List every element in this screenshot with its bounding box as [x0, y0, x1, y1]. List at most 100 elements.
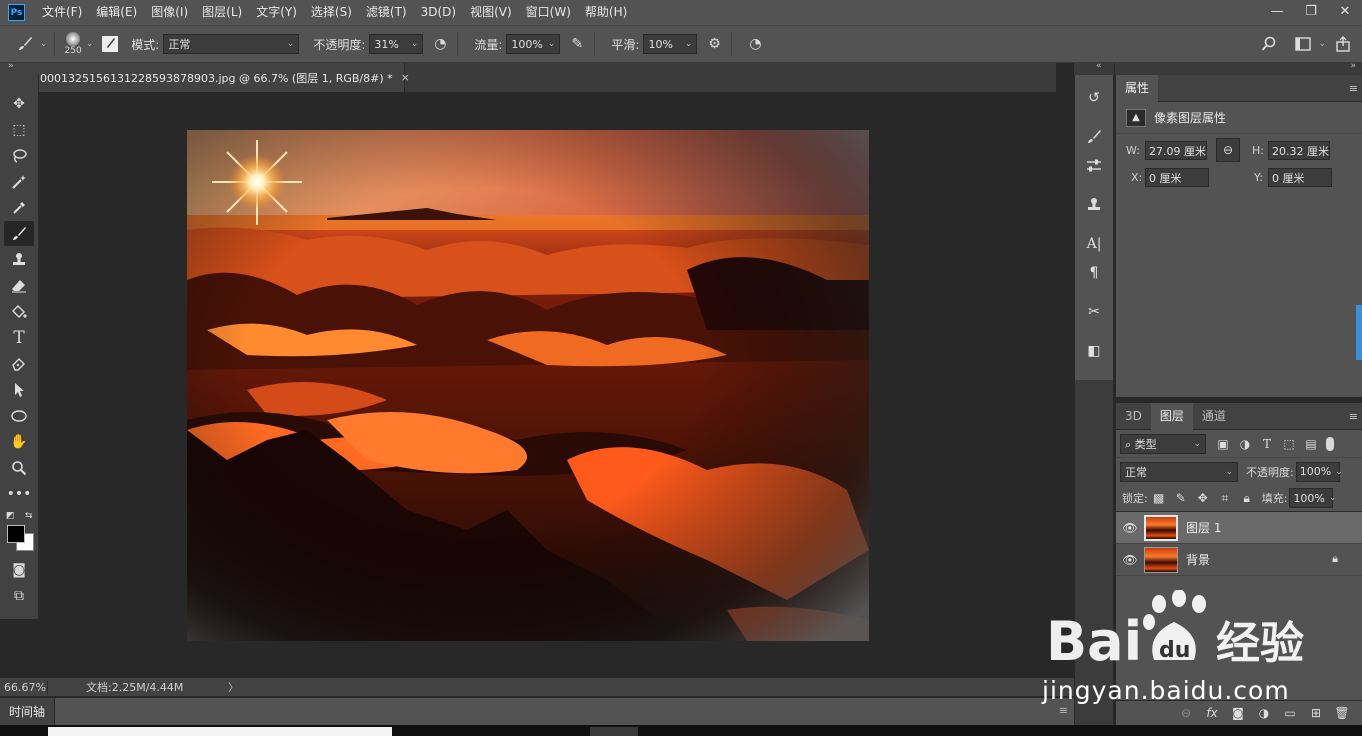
lock-position-icon[interactable]: ✥ [1192, 488, 1214, 508]
scroll-indicator[interactable] [1356, 305, 1362, 360]
lasso-icon[interactable] [4, 143, 34, 168]
panel-collapse-strip[interactable]: » [1115, 61, 1362, 75]
pen-icon[interactable] [4, 351, 34, 376]
filter-adjustment-icon[interactable]: ◑ [1234, 434, 1256, 454]
width-field[interactable]: 27.09 厘米 [1145, 141, 1207, 160]
eye-icon[interactable]: 👁︎ [1116, 521, 1144, 535]
opacity-field[interactable]: 31% ⌄ [369, 34, 424, 54]
flow-field[interactable]: 100% ⌄ [506, 34, 561, 54]
adjustment-layer-icon[interactable]: ◑ [1251, 706, 1277, 720]
fill-field[interactable]: 100% ⌄ [1289, 488, 1336, 508]
chevron-down-icon[interactable]: ⌄ [40, 39, 48, 49]
blend-mode-select[interactable]: 正常 ⌄ [1120, 461, 1238, 482]
menu-window[interactable]: 窗口(W) [519, 0, 578, 25]
fx-icon[interactable]: fx [1199, 706, 1225, 720]
restore-button[interactable]: ❐ [1294, 0, 1328, 22]
navigator-icon[interactable]: ◧ [1081, 338, 1107, 364]
menu-edit[interactable]: 编辑(E) [89, 0, 144, 25]
brush-preset-icon[interactable] [14, 33, 36, 55]
lock-transparency-icon[interactable]: ▩ [1148, 488, 1170, 508]
airbrush-icon[interactable]: ✎ [566, 33, 588, 55]
add-mask-icon[interactable]: ◙ [1225, 706, 1251, 720]
minimize-button[interactable]: — [1260, 0, 1294, 22]
filter-pixel-icon[interactable]: ▣ [1212, 434, 1234, 454]
workspace-icon[interactable] [1292, 33, 1314, 55]
layer-opacity-field[interactable]: 100% ⌄ [1295, 461, 1343, 482]
layer-row[interactable]: 👁︎ 背景 🔒︎ [1116, 544, 1362, 576]
foreground-color-swatch[interactable] [7, 525, 25, 543]
x-field[interactable]: 0 厘米 [1145, 168, 1209, 187]
eyedropper-icon[interactable] [4, 195, 34, 220]
paint-bucket-icon[interactable] [4, 299, 34, 324]
y-field[interactable]: 0 厘米 [1268, 168, 1332, 187]
brush-settings-icon[interactable] [99, 33, 121, 55]
default-colors-icon[interactable]: ◩ [6, 511, 15, 521]
magic-wand-icon[interactable] [4, 169, 34, 194]
pressure-size-icon[interactable]: ◔ [744, 33, 766, 55]
filter-smart-object-icon[interactable]: ▤ [1300, 434, 1322, 454]
gear-icon[interactable]: ⚙ [703, 33, 725, 55]
close-tab-icon[interactable]: × [401, 71, 410, 84]
adjustments-sliders-icon[interactable] [1081, 153, 1107, 179]
pressure-opacity-icon[interactable]: ◔ [429, 33, 451, 55]
document-image[interactable] [187, 130, 869, 641]
toolbar-collapse-strip[interactable]: » [0, 61, 39, 75]
type-icon[interactable]: T [4, 325, 34, 350]
menu-help[interactable]: 帮助(H) [578, 0, 634, 25]
taskbar-window[interactable] [590, 727, 638, 736]
swap-colors-icon[interactable]: ⇆ [25, 511, 33, 521]
close-button[interactable]: ✕ [1328, 0, 1362, 22]
mode-select[interactable]: 正常 ⌄ [163, 34, 300, 54]
menu-3d[interactable]: 3D(D) [414, 0, 463, 25]
layer-filter-select[interactable]: ⌕ 类型 ⌄ [1120, 433, 1206, 454]
move-icon[interactable]: ✥ [4, 91, 34, 116]
menu-layer[interactable]: 图层(L) [195, 0, 249, 25]
hand-icon[interactable]: ✋ [4, 429, 34, 454]
share-icon[interactable] [1332, 33, 1354, 55]
stamp-icon[interactable] [4, 247, 34, 272]
color-swatches[interactable]: ◩ ⇆ [3, 511, 35, 551]
quick-mask-icon[interactable]: ◙ [4, 557, 34, 582]
marquee-icon[interactable]: ⬚ [4, 117, 34, 142]
eye-icon[interactable]: 👁︎ [1116, 553, 1144, 567]
menu-file[interactable]: 文件(F) [35, 0, 89, 25]
path-select-icon[interactable] [4, 377, 34, 402]
history-icon[interactable]: ↺ [1081, 85, 1107, 111]
tab-layers[interactable]: 图层 [1150, 402, 1193, 430]
menu-filter[interactable]: 滤镜(T) [359, 0, 414, 25]
character-icon[interactable]: A| [1081, 231, 1107, 257]
brush-icon[interactable] [4, 221, 34, 246]
eraser-icon[interactable] [4, 273, 34, 298]
chevron-down-icon[interactable]: ⌄ [86, 39, 94, 49]
panel-menu-icon[interactable]: ≡ [1349, 82, 1358, 95]
folder-icon[interactable]: ▭ [1277, 706, 1303, 720]
link-icon[interactable]: ⊖ [1216, 138, 1240, 162]
taskbar-window[interactable] [48, 727, 392, 736]
search-icon[interactable] [1258, 33, 1280, 55]
chevron-down-icon[interactable]: ⌄ [1318, 39, 1326, 49]
brush-size-picker[interactable]: 250 [65, 32, 82, 56]
menu-image[interactable]: 图像(I) [144, 0, 195, 25]
menu-select[interactable]: 选择(S) [304, 0, 359, 25]
layer-name[interactable]: 背景 [1186, 551, 1210, 568]
panel-menu-icon[interactable]: ≡ [1349, 410, 1358, 423]
zoom-icon[interactable] [4, 455, 34, 480]
link-layers-icon[interactable]: ⊖ [1173, 706, 1199, 720]
status-menu-arrow[interactable]: 〉 [228, 679, 239, 695]
smoothing-field[interactable]: 10% ⌄ [643, 34, 698, 54]
height-field[interactable]: 20.32 厘米 [1268, 141, 1330, 160]
document-tab[interactable]: 00013251561312285938789​03.jpg @ 66.7% (… [39, 63, 410, 92]
filter-type-icon[interactable]: T [1256, 434, 1278, 454]
panel-collapse-strip[interactable]: « [1074, 61, 1114, 75]
tab-channels[interactable]: 通道 [1193, 403, 1235, 430]
layer-row[interactable]: 👁︎ 图层 1 [1116, 512, 1362, 544]
lock-pixels-icon[interactable]: ✎ [1170, 488, 1192, 508]
canvas-area[interactable] [39, 92, 1056, 677]
tool-presets-icon[interactable]: ✂ [1081, 299, 1107, 325]
panel-menu-icon[interactable]: ≡ [1059, 704, 1068, 717]
timeline-tab[interactable]: 时间轴 [0, 697, 56, 726]
tab-properties[interactable]: 属性 [1116, 74, 1159, 102]
filter-toggle[interactable] [1326, 436, 1334, 451]
tab-3d[interactable]: 3D [1116, 403, 1151, 430]
more-icon[interactable]: ••• [4, 481, 34, 506]
